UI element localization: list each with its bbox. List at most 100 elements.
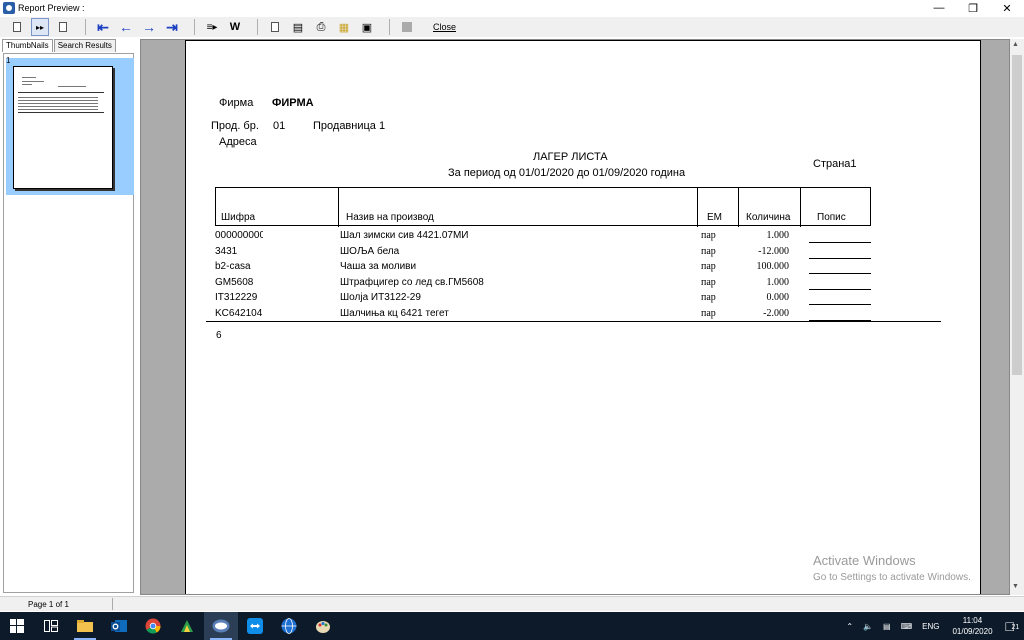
export-button[interactable] <box>398 18 416 36</box>
taskbar-app-green[interactable] <box>170 612 204 640</box>
taskbar-outlook[interactable] <box>102 612 136 640</box>
cell-code: KC642104 <box>215 308 263 319</box>
toolbar-separator <box>85 19 86 35</box>
globe-icon <box>281 618 297 634</box>
system-tray: ⌃ 🔈 ▤ ⌨ ENG 11:04 01/09/2020 □ 21 <box>841 612 1024 640</box>
status-separator <box>112 598 113 610</box>
outlook-icon <box>111 620 127 632</box>
scroll-up-icon[interactable]: ▲ <box>1012 41 1019 48</box>
report-preview-area[interactable]: Фирма ФИРМА Прод. бр. 01 Продавница 1 Ад… <box>140 39 1010 595</box>
signature-line <box>809 258 871 259</box>
window-title: Report Preview : <box>18 3 85 13</box>
start-button[interactable] <box>0 612 34 640</box>
save-icon: ▣ <box>361 21 373 34</box>
cell-name: Чаша за моливи <box>340 261 417 272</box>
previous-page-icon: ← <box>119 19 133 35</box>
clock-time: 11:04 <box>962 616 983 625</box>
cell-name: ШОЉА бела <box>340 246 400 257</box>
chevron-up-icon[interactable]: ⌃ <box>846 622 853 631</box>
single-page-button[interactable] <box>8 18 26 36</box>
last-page-icon: ⇥ <box>166 19 178 35</box>
thumbnail-page-preview <box>13 66 113 189</box>
store-number: 01 <box>273 120 286 132</box>
cell-unit: пар <box>701 308 716 319</box>
signature-line <box>809 273 871 274</box>
two-page-icon: ▸▸ <box>35 22 45 32</box>
taskbar-report-app[interactable] <box>204 612 238 640</box>
save-button[interactable]: ▣ <box>358 18 376 36</box>
firm-value: ФИРМА <box>272 97 314 109</box>
volume-icon[interactable]: 🔈 <box>863 622 873 631</box>
taskbar-paint[interactable] <box>306 612 340 640</box>
signature-line <box>809 304 871 305</box>
minimize-button[interactable]: — <box>922 0 956 16</box>
status-bar: Page 1 of 1 <box>0 596 1024 611</box>
notification-count: 21 <box>1011 624 1020 631</box>
open-button[interactable]: ▦ <box>335 18 353 36</box>
clock[interactable]: 11:04 01/09/2020 <box>952 615 992 637</box>
toolbar-separator <box>194 19 195 35</box>
toolbar-separator <box>389 19 390 35</box>
printer-icon: ⎙ <box>316 20 326 33</box>
restore-button[interactable]: ❐ <box>956 0 990 16</box>
previous-page-button[interactable]: ← <box>117 18 135 36</box>
report-period: За период од 01/01/2020 до 01/09/2020 го… <box>448 167 686 179</box>
windows-icon <box>10 619 24 633</box>
cell-quantity: 100.000 <box>756 261 790 272</box>
new-report-button[interactable] <box>266 18 284 36</box>
two-page-button[interactable]: ▸▸ <box>31 18 49 36</box>
column-header: Попис <box>817 212 846 223</box>
last-page-button[interactable]: ⇥ <box>163 18 181 36</box>
taskbar-teamviewer[interactable] <box>238 612 272 640</box>
folder-icon <box>77 620 93 632</box>
clock-date: 01/09/2020 <box>952 627 993 636</box>
cell-unit: пар <box>701 277 716 288</box>
taskbar-chrome[interactable] <box>136 612 170 640</box>
cell-unit: пар <box>701 230 716 241</box>
store-name: Продавница 1 <box>313 120 386 132</box>
cell-code: IT312229 <box>215 292 258 303</box>
network-icon[interactable]: ▤ <box>883 622 891 631</box>
cell-code: GM5608 <box>215 277 254 288</box>
scroll-thumb[interactable] <box>1012 55 1022 375</box>
tab-search-results[interactable]: Search Results <box>53 39 116 52</box>
scroll-down-icon[interactable]: ▼ <box>1012 583 1019 590</box>
taskbar-file-explorer[interactable] <box>68 612 102 640</box>
tab-thumbnails[interactable]: ThumbNails <box>2 39 53 52</box>
goto-page-button[interactable]: ≡▸ <box>203 18 221 36</box>
teamviewer-icon <box>247 618 263 634</box>
task-view-button[interactable] <box>34 612 68 640</box>
close-window-button[interactable]: ✕ <box>990 0 1024 16</box>
cell-name: Шолја ИТ3122-29 <box>340 292 421 303</box>
signature-line <box>809 242 871 243</box>
firm-label: Фирма <box>219 97 254 109</box>
first-page-button[interactable]: ⇤ <box>94 18 112 36</box>
close-button[interactable]: Close <box>433 22 456 32</box>
find-button[interactable]: W <box>226 18 244 36</box>
cell-code: 000000000 <box>215 230 263 241</box>
language-indicator[interactable]: ENG <box>922 622 939 631</box>
thumbnail-number: 1 <box>6 56 11 65</box>
report-app-icon <box>212 619 230 633</box>
table-bottom-rule <box>206 321 941 322</box>
blank-page-icon <box>271 22 279 32</box>
print-button[interactable]: ⎙ <box>312 18 330 36</box>
column-header: ЕМ <box>707 212 722 223</box>
column-header: Шифра <box>221 212 256 223</box>
taskbar-browser-blue[interactable] <box>272 612 306 640</box>
vertical-scrollbar[interactable]: ▲ ▼ <box>1010 39 1024 595</box>
cell-code: 3431 <box>215 246 238 257</box>
total-count: 6 <box>216 330 222 341</box>
goto-page-icon: ≡▸ <box>206 21 218 33</box>
print-setup-button[interactable]: ▤ <box>289 18 307 36</box>
signature-line <box>809 289 871 290</box>
page-thumbnail[interactable] <box>6 58 134 195</box>
cell-quantity: 1.000 <box>766 230 790 241</box>
table-header: Шифра Назив на производ ЕМ Количина Попи… <box>215 187 871 227</box>
app-icon <box>3 2 15 14</box>
keyboard-icon[interactable]: ⌨ <box>901 622 913 631</box>
toolbar-separator <box>257 19 258 35</box>
next-page-button[interactable]: → <box>140 18 158 36</box>
notification-icon[interactable]: □ 21 <box>1006 618 1020 634</box>
whole-page-button[interactable] <box>54 18 72 36</box>
